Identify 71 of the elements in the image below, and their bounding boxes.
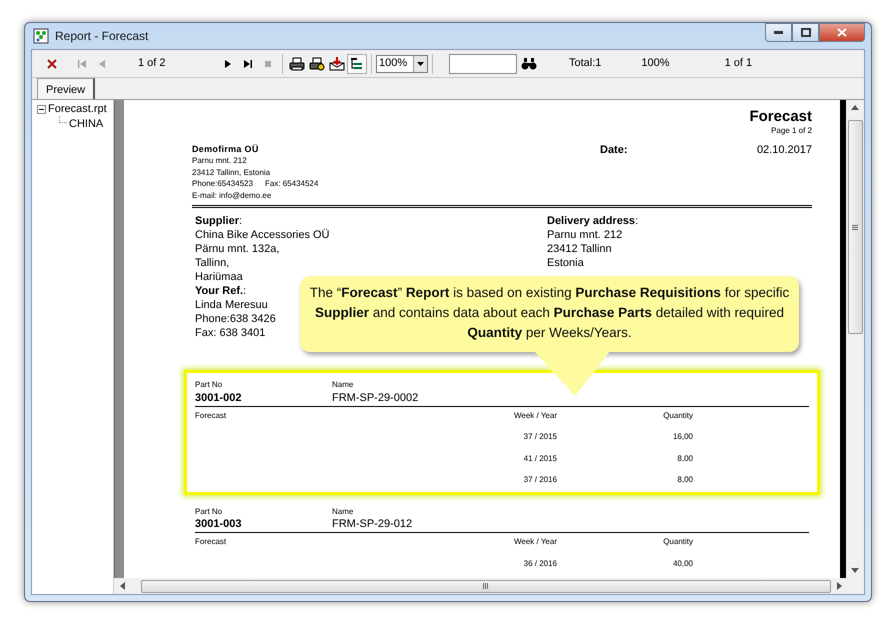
table-cell-text: 8,00 xyxy=(676,474,693,486)
close-button[interactable] xyxy=(819,23,865,42)
part-name: FRM-SP-29-012 xyxy=(332,517,414,532)
column-label: Week / Year xyxy=(513,410,557,421)
table-cell-text: 40,00 xyxy=(672,558,693,569)
column-label: Name xyxy=(332,506,354,517)
delivery-address: 23412 Tallinn xyxy=(547,242,613,256)
maximize-button[interactable] xyxy=(792,23,819,42)
grip-icon[interactable] xyxy=(852,224,858,230)
search-field[interactable] xyxy=(449,54,517,74)
grip-icon[interactable] xyxy=(483,583,489,589)
column-label: Quantity xyxy=(662,410,693,421)
table-cell-text: 37 / 2016 xyxy=(522,474,557,486)
column-label: Part No xyxy=(195,379,224,390)
supplier-label: Supplier: xyxy=(195,214,242,228)
page-indicator: 1 of 2 xyxy=(138,56,167,72)
part-number: 3001-003 xyxy=(195,517,242,532)
reference-label: Your Ref.: xyxy=(195,284,246,298)
total-label: Total:1 xyxy=(569,56,602,72)
scroll-left-icon[interactable] xyxy=(120,582,125,590)
delivery-address: Parnu mnt. 212 xyxy=(547,228,624,242)
page-count-label: 1 of 1 xyxy=(724,56,752,72)
reference-detail: Linda Meresuu xyxy=(195,298,268,312)
supplier-address: Hariümaa xyxy=(195,270,243,284)
column-label: Part No xyxy=(195,506,224,517)
tree-toggle-icon[interactable] xyxy=(347,54,367,74)
zoom-dropdown[interactable]: 100% xyxy=(376,54,428,72)
scroll-up-icon[interactable] xyxy=(851,105,859,110)
collapse-icon[interactable] xyxy=(37,105,46,114)
delivery-address: Estonia xyxy=(547,256,585,270)
column-label: Name xyxy=(332,379,354,390)
maximize-icon xyxy=(800,28,810,37)
column-label: Forecast xyxy=(195,410,228,421)
minimize-button[interactable] xyxy=(765,23,792,42)
part-number: 3001-002 xyxy=(195,390,242,406)
company-name: Demofirma OÜ xyxy=(192,143,260,155)
close-icon xyxy=(837,28,847,37)
tree-item[interactable]: CHINA xyxy=(69,116,104,132)
delivery-label: Delivery address: xyxy=(547,214,638,228)
column-label: Quantity xyxy=(662,536,693,548)
caret-icon xyxy=(417,62,424,66)
column-label: Week / Year xyxy=(513,536,557,548)
supplier-address: China Bike Accessories OÜ xyxy=(195,228,330,242)
column-label: Forecast xyxy=(195,536,228,548)
window-title: Report - Forecast xyxy=(55,28,148,45)
company-email: E-mail: info@demo.ee xyxy=(192,190,272,201)
page-number: Page 1 of 2 xyxy=(770,125,812,137)
table-cell-text: 8,00 xyxy=(676,452,693,464)
report-title: Forecast xyxy=(748,108,812,125)
reference-detail: Phone:638 3426 xyxy=(195,312,276,326)
table-cell-text: 41 / 2015 xyxy=(522,452,557,464)
scroll-down-icon[interactable] xyxy=(851,568,859,573)
app-icon xyxy=(33,28,49,44)
minimize-icon xyxy=(774,31,783,34)
company-phone: Phone:65434523 xyxy=(192,178,253,190)
percent-label: 100% xyxy=(641,56,670,72)
scroll-right-icon[interactable] xyxy=(837,582,842,590)
preview-tab[interactable]: Preview xyxy=(37,78,96,99)
report-date: 02.10.2017 xyxy=(756,143,812,158)
company-fax: Fax: 65434524 xyxy=(264,178,318,190)
part-name: FRM-SP-29-0002 xyxy=(332,390,420,406)
tree-item[interactable]: Forecast.rpt xyxy=(48,103,107,116)
company-address: 23412 Tallinn, Estonia xyxy=(192,166,272,178)
table-cell-text: 36 / 2016 xyxy=(522,558,557,569)
company-address: Parnu mnt. 212 xyxy=(192,155,248,166)
supplier-address: Tallinn, xyxy=(195,256,230,270)
supplier-address: Pärnu mnt. 132a, xyxy=(195,242,280,256)
date-label: Date: xyxy=(600,143,628,158)
table-cell-text: 16,00 xyxy=(672,431,693,442)
table-cell-text: 37 / 2015 xyxy=(522,431,557,442)
reference-detail: Fax: 638 3401 xyxy=(195,326,266,340)
